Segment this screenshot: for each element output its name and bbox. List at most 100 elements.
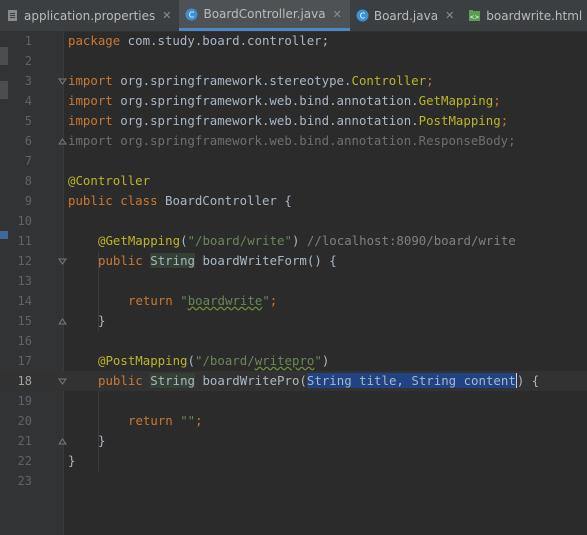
param-name: content [456, 373, 516, 388]
tab-boardwrite-html[interactable]: <> boardwrite.html [462, 0, 587, 31]
fold-open-icon[interactable] [58, 257, 67, 266]
code-line[interactable]: 13 [0, 271, 587, 291]
code-line[interactable]: 20 return ""; [0, 411, 587, 431]
line-number: 17 [17, 354, 32, 368]
string-literal: "/board/write" [187, 233, 292, 248]
tab-boardcontroller-java[interactable]: C BoardController.java ✕ [179, 0, 350, 31]
java-class-icon: C [185, 8, 198, 21]
code-line[interactable]: 9 public class BoardController { [0, 191, 587, 211]
paren: ( [187, 353, 195, 368]
line-number: 15 [17, 314, 32, 328]
string-literal: boardwrite [187, 293, 263, 308]
code-line[interactable]: 8 @Controller [0, 171, 587, 191]
line-number: 5 [24, 114, 32, 128]
comment: //localhost:8090/board/write [299, 233, 516, 248]
line-number: 11 [17, 234, 32, 248]
keyword: import [68, 93, 113, 108]
paren: ) [321, 353, 330, 368]
code-line[interactable]: 2 [0, 51, 587, 71]
method-name: boardWritePro( [195, 373, 307, 388]
code-line[interactable]: 23 [0, 471, 587, 491]
keyword: import [68, 73, 113, 88]
closing-brace[interactable]: } [98, 311, 105, 331]
code-line[interactable]: 1 package com.study.board.controller; [0, 31, 587, 51]
code-line[interactable]: 21 } [0, 431, 587, 451]
line-number: 12 [17, 254, 32, 268]
fold-end-icon[interactable] [58, 437, 67, 446]
package-path: org.springframework.web.bind.annotation. [112, 113, 419, 128]
code-text[interactable]: @PostMapping("/board/writepro") [98, 351, 329, 371]
code-line[interactable]: 10 [0, 211, 587, 231]
code-text[interactable]: package com.study.board.controller; [68, 31, 329, 51]
keyword: public [98, 373, 143, 388]
code-line[interactable]: 6 import org.springframework.web.bind.an… [0, 131, 587, 151]
line-number: 10 [17, 214, 32, 228]
code-line[interactable]: 5 import org.springframework.web.bind.an… [0, 111, 587, 131]
fold-end-icon[interactable] [58, 137, 67, 146]
class-ref: Controller [351, 73, 427, 88]
tab-board-java[interactable]: C Board.java ✕ [350, 0, 462, 31]
keyword: public [98, 253, 143, 268]
keyword: return [128, 293, 173, 308]
fold-open-icon[interactable] [58, 377, 67, 386]
code-line[interactable]: 15 } [0, 311, 587, 331]
string-quote: " [180, 293, 188, 308]
semicolon: ; [195, 413, 203, 428]
code-line[interactable]: 4 import org.springframework.web.bind.an… [0, 91, 587, 111]
code-text[interactable]: public String boardWritePro(String title… [98, 371, 539, 391]
keyword: import [68, 113, 113, 128]
line-number: 8 [24, 174, 32, 188]
tab-application-properties[interactable]: application.properties ✕ [0, 0, 179, 31]
close-tab-icon[interactable]: ✕ [162, 9, 171, 22]
string-literal: "/board/ [195, 353, 255, 368]
code-line[interactable]: 7 [0, 151, 587, 171]
code-line[interactable]: 17 @PostMapping("/board/writepro") [0, 351, 587, 371]
code-text[interactable]: import org.springframework.web.bind.anno… [68, 111, 508, 131]
code-line[interactable]: 3 import org.springframework.stereotype.… [0, 71, 587, 91]
line-number: 1 [24, 34, 32, 48]
fold-end-icon[interactable] [58, 317, 67, 326]
type-ref: String [150, 253, 195, 268]
code-text[interactable]: return "boardwrite"; [128, 291, 277, 311]
tab-label: BoardController.java [203, 7, 326, 21]
param-type: String [411, 373, 457, 388]
keyword: package [68, 33, 121, 48]
close-tab-icon[interactable]: ✕ [445, 9, 454, 22]
closing-brace[interactable]: } [98, 431, 105, 451]
line-number: 3 [24, 74, 32, 88]
code-text[interactable]: import org.springframework.stereotype.Co… [68, 71, 434, 91]
code-text[interactable]: import org.springframework.web.bind.anno… [68, 91, 501, 111]
code-text[interactable]: return ""; [128, 411, 203, 431]
unused-import[interactable]: import org.springframework.web.bind.anno… [68, 131, 516, 151]
html-file-icon: <> [468, 9, 481, 22]
svg-text:<>: <> [470, 14, 480, 21]
keyword: return [128, 413, 173, 428]
code-text[interactable]: @GetMapping("/board/write") //localhost:… [98, 231, 516, 251]
fold-open-icon[interactable] [58, 77, 67, 86]
code-text[interactable]: @Controller [68, 171, 150, 191]
text-selection[interactable]: String title, String content [306, 373, 516, 388]
code-line[interactable]: 14 return "boardwrite"; [0, 291, 587, 311]
tab-label: application.properties [24, 8, 156, 23]
editor-tab-bar: application.properties ✕ C BoardControll… [0, 0, 587, 32]
code-line[interactable]: 11 @GetMapping("/board/write") //localho… [0, 231, 587, 251]
annotation: @Controller [68, 173, 151, 188]
closing-brace[interactable]: } [68, 451, 75, 471]
svg-text:C: C [189, 10, 195, 19]
class-ref: GetMapping [418, 93, 494, 108]
code-text[interactable]: public String boardWriteForm() { [98, 251, 337, 271]
code-text[interactable]: public class BoardController { [68, 191, 292, 211]
properties-file-icon [6, 9, 19, 22]
line-number: 2 [24, 54, 32, 68]
line-number: 14 [17, 294, 32, 308]
code-line-current[interactable]: 18 public String boardWritePro(String ti… [0, 371, 587, 391]
line-number: 19 [17, 394, 32, 408]
close-tab-icon[interactable]: ✕ [333, 8, 342, 21]
code-line[interactable]: 22 } [0, 451, 587, 471]
code-line[interactable]: 12 public String boardWriteForm() { [0, 251, 587, 271]
class-ref: PostMapping [418, 113, 501, 128]
code-line[interactable]: 19 [0, 391, 587, 411]
code-line[interactable]: 16 [0, 331, 587, 351]
line-number: 21 [17, 434, 32, 448]
annotation: @GetMapping [98, 233, 181, 248]
